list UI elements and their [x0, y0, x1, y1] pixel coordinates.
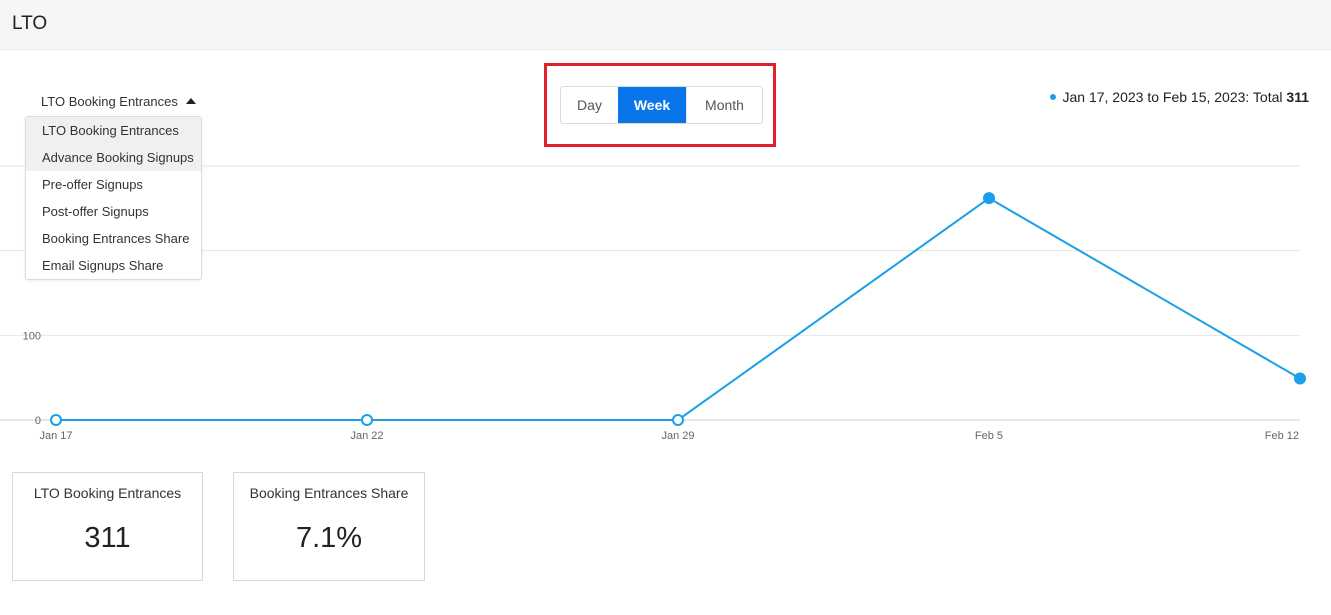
menu-item-pre-offer-signups[interactable]: Pre-offer Signups	[26, 171, 201, 198]
legend-range-text: Jan 17, 2023 to Feb 15, 2023: Total	[1062, 89, 1287, 105]
period-day-button[interactable]: Day	[561, 87, 618, 123]
menu-item-post-offer-signups[interactable]: Post-offer Signups	[26, 198, 201, 225]
metric-dropdown[interactable]: LTO Booking Entrances	[41, 94, 196, 109]
metric-dropdown-menu: LTO Booking Entrances Advance Booking Si…	[25, 116, 202, 280]
period-toggle: Day Week Month	[560, 86, 763, 124]
data-point	[983, 192, 995, 205]
page-header: LTO	[0, 0, 1331, 50]
y-tick-label: 100	[23, 330, 41, 342]
x-tick-label: Feb 12	[1265, 430, 1299, 442]
x-tick-label: Jan 22	[350, 430, 383, 442]
metric-card-booking-entrances: LTO Booking Entrances 311	[12, 472, 203, 581]
legend-dot-icon	[1050, 94, 1057, 100]
period-week-button[interactable]: Week	[618, 87, 686, 123]
metric-dropdown-label: LTO Booking Entrances	[41, 94, 178, 109]
series-line	[56, 196, 1301, 421]
card-label: Booking Entrances Share	[249, 485, 409, 501]
x-tick-label: Jan 17	[39, 430, 72, 442]
caret-up-icon	[185, 98, 196, 104]
menu-item-email-signups-share[interactable]: Email Signups Share	[26, 252, 201, 279]
metric-card-booking-entrances-share: Booking Entrances Share 7.1%	[233, 472, 425, 581]
page-title: LTO	[12, 13, 48, 34]
card-label: LTO Booking Entrances	[33, 485, 182, 501]
legend-total: 311	[1286, 89, 1309, 105]
chart-legend: Jan 17, 2023 to Feb 15, 2023: Total 311	[1050, 89, 1309, 105]
data-point	[361, 414, 373, 426]
y-tick-label: 0	[35, 415, 41, 427]
menu-item-booking-entrances-share[interactable]: Booking Entrances Share	[26, 225, 201, 252]
x-tick-label: Feb 5	[975, 430, 1003, 442]
menu-item-lto-booking-entrances[interactable]: LTO Booking Entrances	[26, 117, 201, 144]
data-point	[1294, 372, 1306, 385]
menu-item-advance-booking-signups[interactable]: Advance Booking Signups	[26, 144, 201, 171]
data-point	[672, 414, 684, 426]
period-month-button[interactable]: Month	[686, 87, 762, 123]
x-tick-label: Jan 29	[661, 430, 694, 442]
card-value: 311	[84, 522, 131, 554]
data-point	[50, 414, 62, 426]
card-value: 7.1%	[295, 522, 363, 554]
